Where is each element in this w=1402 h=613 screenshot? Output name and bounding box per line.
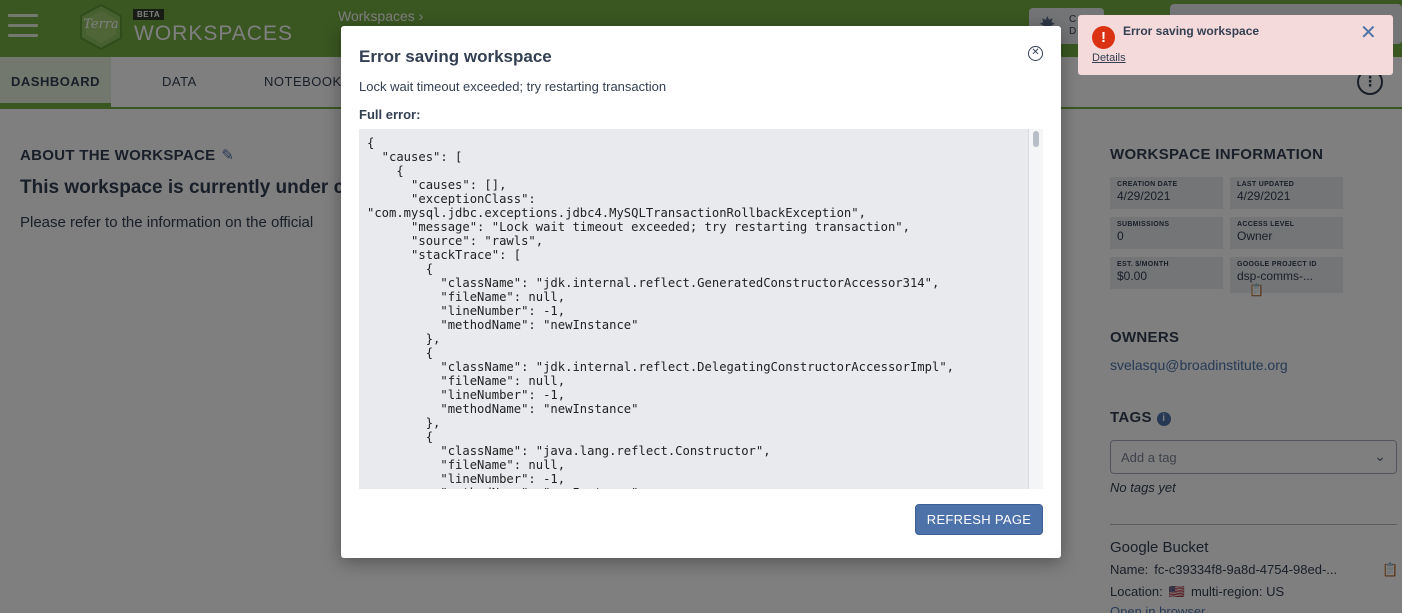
toast-details-link[interactable]: Details [1092,52,1126,64]
full-error-label: Full error: [359,107,421,122]
refresh-page-button[interactable]: REFRESH PAGE [915,504,1043,535]
modal-title: Error saving workspace [359,47,552,66]
error-json-text: { "causes": [ { "causes": [], "exception… [367,136,954,489]
error-alert-icon: ! [1092,26,1115,49]
toast-title: Error saving workspace [1123,24,1260,38]
error-code-box[interactable]: { "causes": [ { "causes": [], "exception… [359,129,1043,489]
error-toast: ! Error saving workspace Details ✕ [1078,15,1393,75]
scrollbar[interactable] [1028,129,1043,489]
scrollbar-thumb[interactable] [1033,131,1039,147]
close-icon[interactable]: ✕ [1028,46,1043,61]
error-modal: Error saving workspace ✕ Lock wait timeo… [341,26,1061,558]
close-icon[interactable]: ✕ [1360,23,1377,43]
modal-message: Lock wait timeout exceeded; try restarti… [359,79,667,94]
